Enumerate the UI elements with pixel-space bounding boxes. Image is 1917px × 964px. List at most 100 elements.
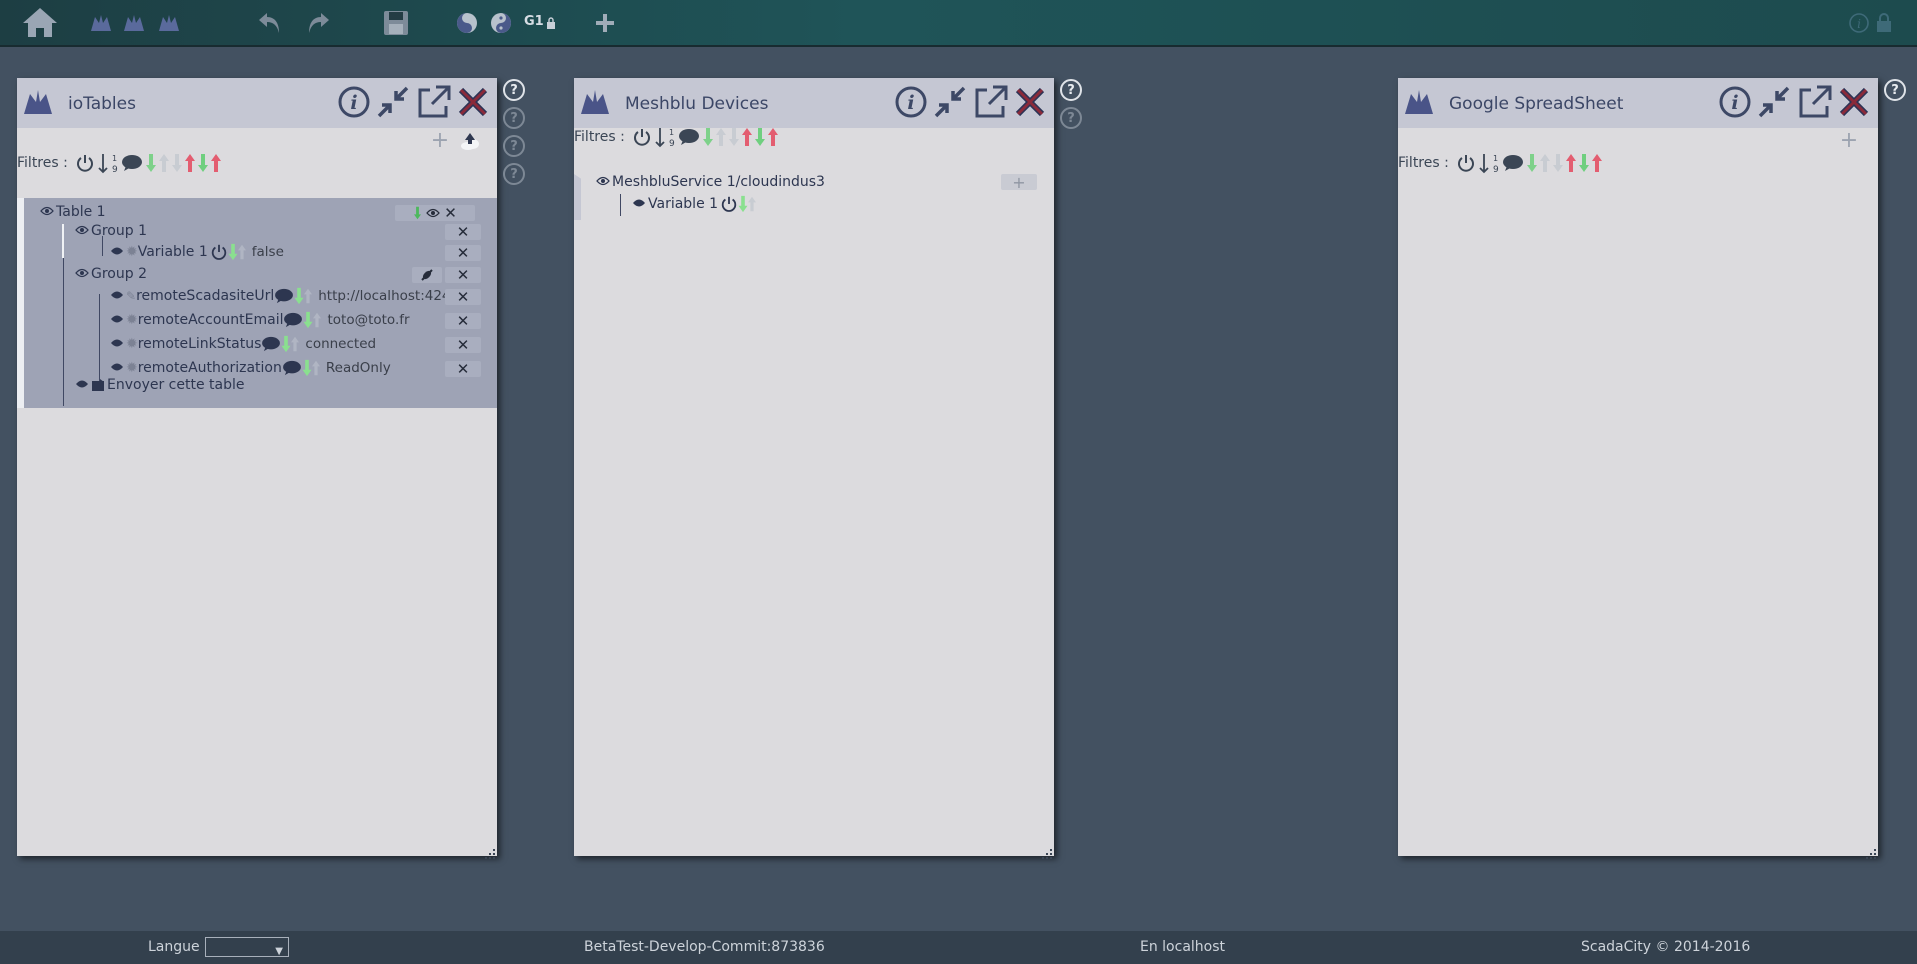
arrow-down-green-icon[interactable] <box>738 195 748 213</box>
arrow-down-grey-icon[interactable] <box>728 127 739 147</box>
group-name[interactable]: Group 1 <box>91 223 147 239</box>
power-icon[interactable] <box>720 195 738 213</box>
arrow-up-grey-icon[interactable] <box>748 196 757 212</box>
help-icon[interactable]: ? <box>1060 107 1082 129</box>
minimize-icon[interactable] <box>375 82 411 122</box>
comment-icon[interactable] <box>282 360 302 376</box>
service-name[interactable]: MeshbluService 1/cloudindus3 <box>612 174 825 190</box>
table-row[interactable]: Table 1 <box>40 202 106 222</box>
service-row[interactable]: MeshbluService 1/cloudindus3 <box>596 172 825 192</box>
arrow-down-green-icon[interactable] <box>702 127 713 147</box>
upload-cloud-icon[interactable] <box>457 130 483 152</box>
resize-handle-icon[interactable] <box>1042 844 1052 859</box>
arrow-down-green-icon[interactable] <box>302 359 312 377</box>
scadacity-logo-icon[interactable] <box>121 12 147 34</box>
help-icon[interactable]: ? <box>503 135 525 157</box>
link-icon[interactable] <box>420 268 434 282</box>
arrow-down-green-icon[interactable] <box>754 127 765 147</box>
lock-icon[interactable] <box>1874 12 1894 34</box>
close-icon[interactable] <box>455 82 491 122</box>
help-icon[interactable]: ? <box>1060 79 1082 101</box>
variable-name[interactable]: remoteScadasiteUrl <box>136 288 274 304</box>
popout-icon[interactable] <box>972 82 1010 122</box>
info-icon[interactable]: i <box>1848 12 1870 34</box>
info-icon[interactable]: i <box>1718 82 1752 122</box>
scadacity-logo-icon[interactable] <box>88 12 114 34</box>
variable-row[interactable]: ✹ remoteAccountEmail toto@toto.fr <box>110 310 410 330</box>
group-row[interactable]: Group 1 <box>75 221 147 241</box>
close-icon[interactable] <box>1836 82 1872 122</box>
resize-handle-icon[interactable] <box>1866 844 1876 859</box>
language-select[interactable]: ▼ <box>205 937 289 957</box>
yin-yang-icon[interactable] <box>489 11 513 35</box>
sort-icon[interactable]: 19 <box>655 126 675 148</box>
power-filter-icon[interactable] <box>632 127 652 147</box>
eye-icon[interactable] <box>110 244 124 260</box>
resize-handle-icon[interactable] <box>485 844 495 859</box>
sort-icon[interactable]: 19 <box>98 152 118 174</box>
arrow-up-grey-icon[interactable] <box>715 127 726 147</box>
eye-icon[interactable] <box>632 196 646 212</box>
help-icon[interactable]: ? <box>1884 79 1906 101</box>
arrow-up-red-icon[interactable] <box>184 153 195 173</box>
delete-button[interactable]: ✕ <box>445 288 481 306</box>
send-table-row[interactable]: Envoyer cette table <box>75 375 244 395</box>
variable-row[interactable]: ✎ remoteScadasiteUrl http://localhost:42… <box>110 286 464 306</box>
arrow-up-grey-icon[interactable] <box>158 153 169 173</box>
yin-yang-icon[interactable] <box>455 11 479 35</box>
gear-icon[interactable]: ✹ <box>126 360 138 376</box>
gear-icon[interactable]: ✹ <box>126 244 138 260</box>
add-icon[interactable]: + <box>426 128 454 153</box>
delete-button[interactable]: ✕ <box>445 244 481 262</box>
delete-button[interactable]: ✕ <box>445 266 481 284</box>
link-icon[interactable]: ✎ <box>126 289 136 303</box>
arrow-up-red-icon[interactable] <box>767 127 778 147</box>
arrow-down-grey-icon[interactable] <box>1552 153 1563 173</box>
panel-header[interactable]: Google SpreadSheet i <box>1398 78 1878 128</box>
comment-filter-icon[interactable] <box>678 128 700 146</box>
close-icon[interactable] <box>1012 82 1048 122</box>
delete-button[interactable]: ✕ <box>445 336 481 354</box>
arrow-up-red-icon[interactable] <box>210 153 221 173</box>
add-icon[interactable]: + <box>1835 128 1863 153</box>
variable-name[interactable]: remoteAccountEmail <box>138 312 284 328</box>
info-icon[interactable]: i <box>337 82 371 122</box>
comment-icon[interactable] <box>283 312 303 328</box>
arrow-down-green-icon[interactable] <box>281 335 291 353</box>
gear-icon[interactable]: ✹ <box>126 312 138 328</box>
save-icon[interactable] <box>382 9 410 37</box>
arrow-down-green-icon[interactable] <box>145 153 156 173</box>
send-icon[interactable] <box>91 379 105 391</box>
group-row[interactable]: Group 2 <box>75 264 147 284</box>
close-icon[interactable]: ✕ <box>444 204 457 222</box>
variable-name[interactable]: Variable 1 <box>648 196 718 212</box>
help-icon[interactable]: ? <box>503 79 525 101</box>
arrow-up-red-icon[interactable] <box>1565 153 1576 173</box>
table-name[interactable]: Table 1 <box>56 204 106 220</box>
arrow-down-green-icon[interactable] <box>1578 153 1589 173</box>
arrow-up-grey-icon[interactable] <box>313 312 322 328</box>
lock-icon[interactable] <box>545 16 557 30</box>
variable-row[interactable]: Variable 1 <box>632 194 757 214</box>
arrow-up-grey-icon[interactable] <box>311 360 320 376</box>
arrow-up-grey-icon[interactable] <box>304 288 313 304</box>
popout-icon[interactable] <box>1796 82 1834 122</box>
help-icon[interactable]: ? <box>503 107 525 129</box>
delete-button[interactable]: ✕ <box>445 223 481 241</box>
arrow-down-green-icon[interactable] <box>228 243 238 261</box>
scadacity-logo-icon[interactable] <box>156 12 182 34</box>
gear-icon[interactable]: ✹ <box>126 336 138 352</box>
delete-button[interactable]: ✕ <box>445 360 481 378</box>
arrow-up-grey-icon[interactable] <box>291 336 300 352</box>
comment-icon[interactable] <box>274 288 294 304</box>
arrow-down-green-icon[interactable] <box>413 206 422 220</box>
eye-icon[interactable] <box>110 288 124 304</box>
arrow-up-red-icon[interactable] <box>1591 153 1602 173</box>
eye-icon[interactable] <box>110 336 124 352</box>
delete-button[interactable]: ✕ <box>445 312 481 330</box>
add-icon[interactable] <box>593 11 617 35</box>
variable-name[interactable]: Variable 1 <box>138 244 208 260</box>
comment-icon[interactable] <box>261 336 281 352</box>
home-icon[interactable] <box>20 5 60 39</box>
eye-icon[interactable] <box>75 266 89 282</box>
